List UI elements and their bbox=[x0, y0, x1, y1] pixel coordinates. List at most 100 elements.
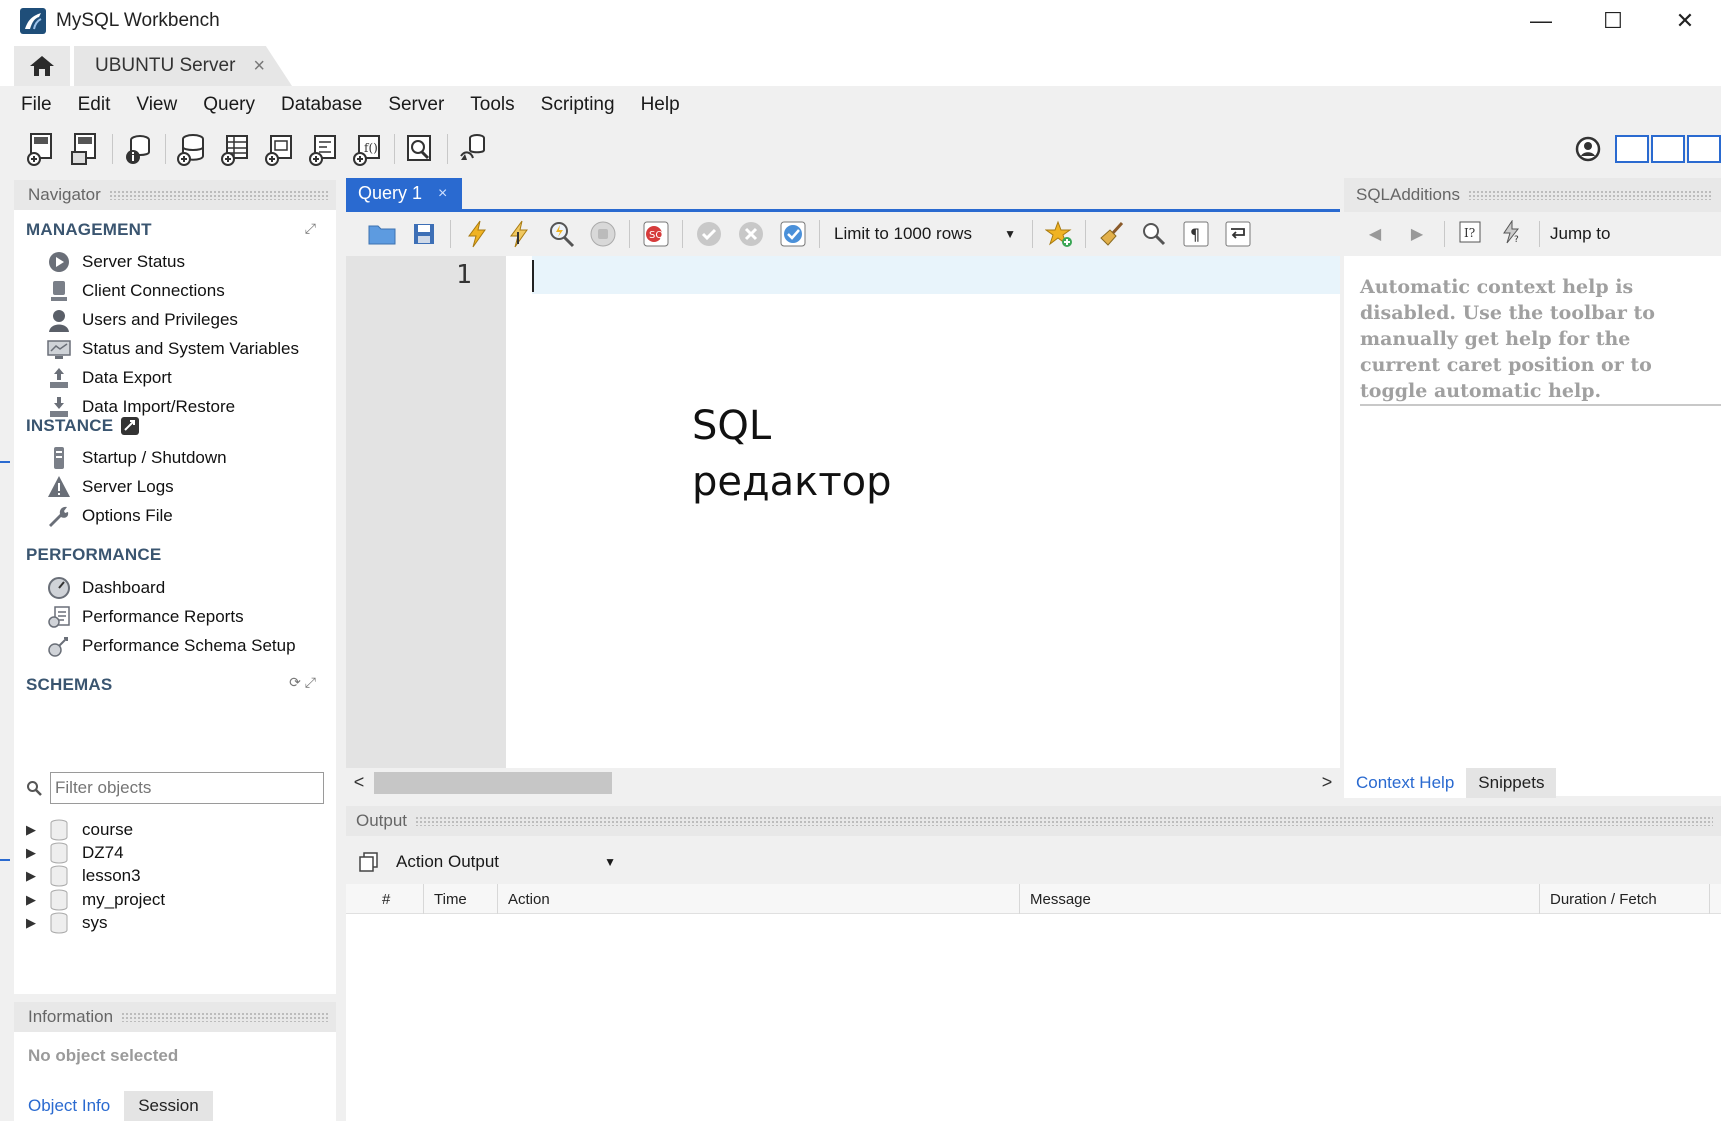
scroll-left-icon[interactable]: < bbox=[346, 772, 372, 793]
schema-name: DZ74 bbox=[82, 843, 124, 862]
toggle-word-wrap-button[interactable] bbox=[1222, 218, 1254, 250]
nav-server-status[interactable]: Server Status bbox=[46, 248, 185, 276]
tab-session[interactable]: Session bbox=[124, 1091, 213, 1121]
preferences-button[interactable] bbox=[1569, 130, 1607, 168]
sql-editor[interactable]: 1 bbox=[346, 256, 1340, 768]
stop-button[interactable] bbox=[587, 218, 619, 250]
nav-status-variables[interactable]: Status and System Variables bbox=[46, 335, 299, 363]
open-sql-script-button[interactable] bbox=[66, 130, 104, 168]
toggle-continue-on-error-button[interactable]: SQ bbox=[640, 218, 672, 250]
manual-help-icon[interactable]: I? bbox=[1455, 220, 1485, 249]
save-button[interactable] bbox=[408, 218, 440, 250]
jump-to-select[interactable]: Jump to bbox=[1550, 224, 1610, 244]
auto-help-icon[interactable]: ? bbox=[1497, 218, 1527, 249]
scroll-right-icon[interactable]: > bbox=[1314, 772, 1340, 793]
menu-file[interactable]: File bbox=[8, 94, 65, 116]
menu-database[interactable]: Database bbox=[268, 94, 375, 116]
close-tab-icon[interactable]: × bbox=[253, 55, 265, 78]
beautify-button[interactable] bbox=[1096, 218, 1128, 250]
expand-arrow-icon[interactable]: ▶ bbox=[26, 868, 44, 884]
output-type-select[interactable]: Action Output ▼ bbox=[390, 846, 622, 878]
toolbar-separator bbox=[1539, 221, 1540, 247]
nav-startup-shutdown[interactable]: Startup / Shutdown bbox=[46, 444, 227, 472]
copy-icon[interactable] bbox=[358, 851, 380, 873]
magnifier-lightning-icon bbox=[550, 222, 575, 248]
home-tab[interactable] bbox=[14, 46, 70, 86]
column-header-time[interactable]: Time bbox=[424, 884, 498, 914]
create-procedure-button[interactable] bbox=[304, 130, 342, 168]
expand-arrow-icon[interactable]: ▶ bbox=[26, 822, 44, 838]
schema-item-lesson3[interactable]: ▶ lesson3 bbox=[26, 863, 141, 889]
open-file-button[interactable] bbox=[366, 218, 398, 250]
tab-context-help[interactable]: Context Help bbox=[1344, 768, 1467, 798]
create-function-button[interactable]: f() bbox=[348, 130, 386, 168]
toggle-output-button[interactable] bbox=[1651, 135, 1685, 163]
close-tab-icon[interactable]: × bbox=[438, 185, 447, 203]
create-schema-button[interactable] bbox=[172, 130, 210, 168]
menu-tools[interactable]: Tools bbox=[457, 94, 527, 116]
toolbar-separator bbox=[394, 134, 395, 164]
autocommit-button[interactable] bbox=[777, 218, 809, 250]
create-view-button[interactable] bbox=[260, 130, 298, 168]
stop-on-error-icon: SQ bbox=[643, 221, 669, 247]
management-title: MANAGEMENT bbox=[26, 220, 152, 239]
table-add-icon bbox=[221, 135, 248, 166]
column-header-message[interactable]: Message bbox=[1020, 884, 1540, 914]
expand-arrow-icon[interactable]: ▶ bbox=[26, 845, 44, 861]
menu-edit[interactable]: Edit bbox=[65, 94, 124, 116]
limit-rows-select[interactable]: Limit to 1000 rows ▼ bbox=[830, 219, 1020, 249]
annotation-line: редактор bbox=[692, 459, 892, 505]
column-header-duration[interactable]: Duration / Fetch bbox=[1540, 884, 1710, 914]
execute-statement-button[interactable] bbox=[503, 218, 535, 250]
forward-arrow-icon[interactable]: ▶ bbox=[1402, 224, 1432, 244]
nav-dashboard[interactable]: Dashboard bbox=[46, 574, 165, 602]
editor-horizontal-scrollbar[interactable]: < > bbox=[346, 768, 1340, 796]
refresh-icon[interactable]: ⟳ bbox=[289, 674, 301, 690]
nav-users-privileges[interactable]: Users and Privileges bbox=[46, 306, 238, 334]
expand-icon[interactable]: ⤢ bbox=[305, 220, 316, 237]
tab-object-info[interactable]: Object Info bbox=[14, 1091, 125, 1121]
expand-arrow-icon[interactable]: ▶ bbox=[26, 915, 44, 931]
find-button[interactable] bbox=[1138, 218, 1170, 250]
nav-data-export[interactable]: Data Export bbox=[46, 364, 172, 392]
scroll-track[interactable] bbox=[372, 770, 1314, 794]
nav-server-logs[interactable]: Server Logs bbox=[46, 473, 174, 501]
explain-button[interactable] bbox=[545, 218, 577, 250]
menu-server[interactable]: Server bbox=[375, 94, 457, 116]
minimize-button[interactable]: — bbox=[1505, 0, 1577, 42]
maximize-button[interactable]: ☐ bbox=[1577, 0, 1649, 42]
column-header-action[interactable]: Action bbox=[498, 884, 1020, 914]
commit-button[interactable] bbox=[693, 218, 725, 250]
connection-tab[interactable]: UBUNTU Server × bbox=[74, 46, 292, 86]
inspector-button[interactable] bbox=[119, 130, 157, 168]
filter-objects-input[interactable] bbox=[50, 772, 324, 804]
create-table-button[interactable] bbox=[216, 130, 254, 168]
reconnect-button[interactable] bbox=[454, 130, 492, 168]
menu-scripting[interactable]: Scripting bbox=[528, 94, 628, 116]
menu-view[interactable]: View bbox=[123, 94, 190, 116]
add-snippet-button[interactable] bbox=[1043, 218, 1075, 250]
tab-snippets[interactable]: Snippets bbox=[1466, 768, 1557, 798]
toggle-invisibles-button[interactable]: ¶ bbox=[1180, 218, 1212, 250]
menu-help[interactable]: Help bbox=[628, 94, 693, 116]
nav-client-connections[interactable]: Client Connections bbox=[46, 277, 225, 305]
scroll-thumb[interactable] bbox=[374, 772, 612, 794]
close-window-button[interactable]: ✕ bbox=[1649, 0, 1721, 42]
nav-performance-schema-setup[interactable]: Performance Schema Setup bbox=[46, 632, 296, 660]
column-header-number[interactable]: # bbox=[372, 884, 424, 914]
execute-all-button[interactable] bbox=[461, 218, 493, 250]
tab-query-1[interactable]: Query 1 × bbox=[346, 178, 462, 209]
toggle-sidebar-button[interactable] bbox=[1615, 135, 1649, 163]
back-arrow-icon[interactable]: ◀ bbox=[1360, 224, 1390, 244]
expand-icon[interactable]: ⤢ bbox=[305, 674, 316, 690]
expand-arrow-icon[interactable]: ▶ bbox=[26, 892, 44, 908]
nav-performance-reports[interactable]: Performance Reports bbox=[46, 603, 244, 631]
svg-text:¶: ¶ bbox=[1190, 225, 1200, 244]
new-sql-tab-button[interactable] bbox=[22, 130, 60, 168]
rollback-button[interactable] bbox=[735, 218, 767, 250]
toggle-secondary-sidebar-button[interactable] bbox=[1687, 135, 1721, 163]
schema-item-sys[interactable]: ▶ sys bbox=[26, 910, 108, 936]
menu-query[interactable]: Query bbox=[190, 94, 268, 116]
nav-options-file[interactable]: Options File bbox=[46, 502, 173, 530]
search-table-data-button[interactable] bbox=[401, 130, 439, 168]
